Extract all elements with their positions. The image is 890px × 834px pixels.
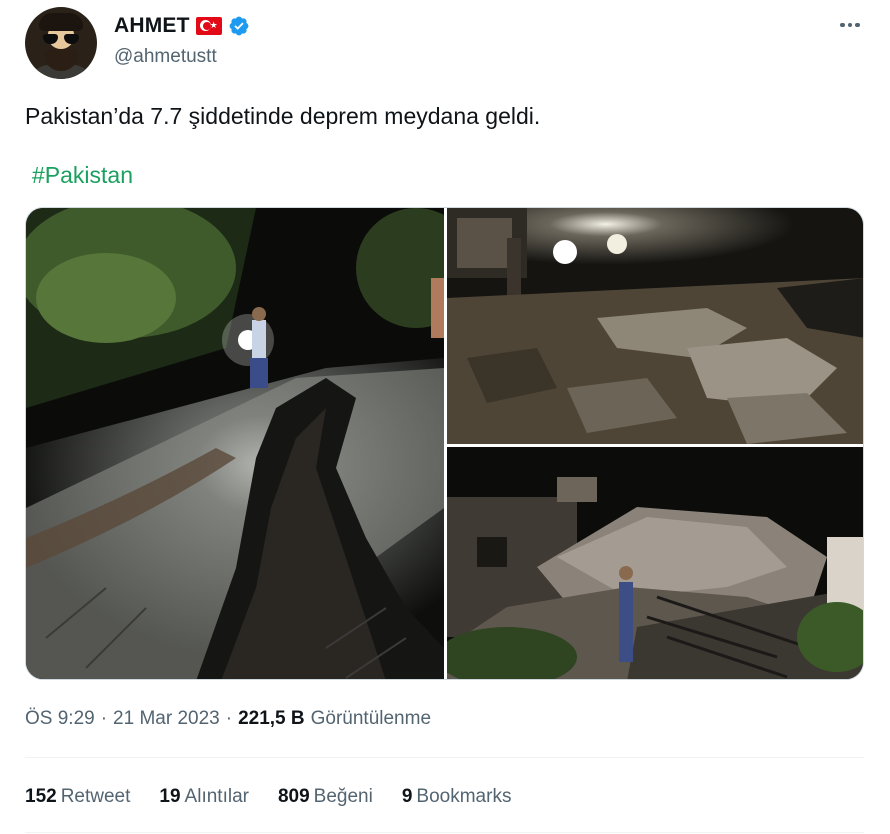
tweet-date[interactable]: 21 Mar 2023 (113, 708, 220, 730)
photo-cracked-road[interactable] (26, 208, 444, 679)
tweet-header: AHMET ★ @ahmetustt (25, 7, 865, 79)
meta-separator: · (100, 708, 108, 729)
tweet-text: Pakistan’da 7.7 şiddetinde deprem meydan… (25, 103, 541, 129)
retweets-stat[interactable]: 152 Retweet (25, 786, 130, 808)
bookmarks-stat[interactable]: 9 Bookmarks (402, 786, 512, 808)
more-options-icon[interactable] (837, 15, 863, 35)
verified-badge-icon[interactable] (228, 15, 250, 37)
tweet-meta: ÖS 9:29 · 21 Mar 2023 · 221,5 B Görüntül… (25, 708, 431, 730)
retweets-count: 152 (25, 786, 57, 807)
hashtag-link[interactable]: #Pakistan (32, 162, 133, 189)
tweet-stats: 152 Retweet 19 Alıntılar 809 Beğeni 9 Bookma… (25, 786, 511, 808)
tweet-time[interactable]: ÖS 9:29 (25, 708, 95, 730)
divider (25, 757, 864, 758)
meta-separator: · (225, 708, 233, 729)
likes-stat[interactable]: 809 Beğeni (278, 786, 373, 808)
turkey-flag-icon: ★ (195, 17, 222, 35)
likes-count: 809 (277, 786, 310, 807)
retweets-label: Retweet (60, 786, 131, 807)
user-handle[interactable]: @ahmetustt (114, 46, 217, 68)
quotes-stat[interactable]: 19 Alıntılar (159, 786, 249, 808)
quotes-count: 19 (159, 786, 181, 807)
views-count: 221,5 B (238, 708, 305, 729)
bookmarks-count: 9 (401, 786, 413, 807)
quotes-label: Alıntılar (184, 786, 249, 807)
views-label: Görüntülenme (310, 708, 432, 729)
photo-rubble-street[interactable] (447, 208, 863, 444)
avatar[interactable] (25, 7, 97, 79)
bookmarks-label: Bookmarks (416, 786, 512, 807)
media-grid (25, 207, 864, 680)
photo-collapsed-building[interactable] (447, 447, 863, 679)
divider (25, 832, 864, 833)
display-name[interactable]: AHMET (114, 14, 190, 38)
likes-label: Beğeni (313, 786, 373, 807)
name-row: AHMET ★ (114, 14, 250, 38)
